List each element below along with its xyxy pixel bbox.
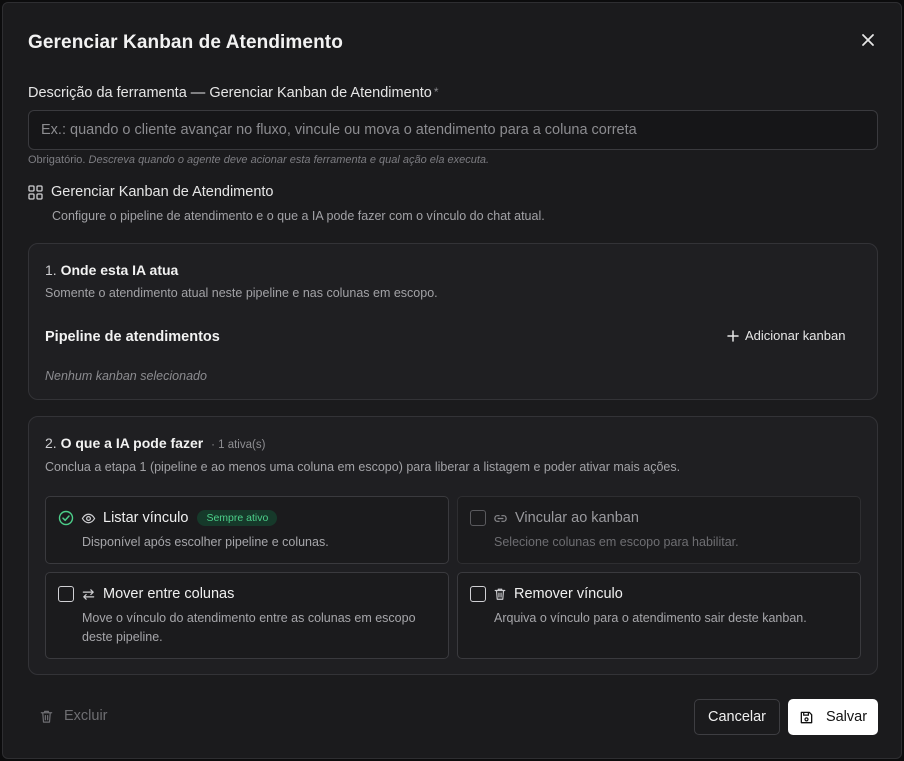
- add-kanban-button[interactable]: Adicionar kanban: [727, 328, 845, 343]
- action-move-columns: Mover entre colunas Move o vínculo do at…: [45, 572, 449, 659]
- save-label: Salvar: [825, 709, 868, 725]
- plus-icon: [727, 329, 739, 342]
- modal-title: Gerenciar Kanban de Atendimento: [28, 32, 343, 53]
- action-list-link-header: Listar vínculo Sempre ativo: [58, 510, 278, 526]
- step1-title: Onde esta IA atua: [60, 262, 179, 278]
- empty-kanban-text: Nenhum kanban selecionado: [45, 369, 207, 383]
- delete-button[interactable]: Excluir: [39, 708, 108, 724]
- step1-subtitle: Somente o atendimento atual neste pipeli…: [45, 286, 438, 300]
- action-link-kanban-header: Vincular ao kanban: [470, 510, 639, 526]
- action-move-columns-header: Mover entre colunas: [58, 586, 234, 602]
- active-count: · 1 ativa(s): [211, 439, 266, 451]
- step2-title: O que a IA pode fazer: [60, 435, 204, 451]
- action-remove-link-header: Remover vínculo: [470, 586, 623, 602]
- step1-card: 1. Onde esta IA atua Somente o atendimen…: [28, 243, 878, 400]
- cancel-button[interactable]: Cancelar: [694, 699, 780, 735]
- action-remove-link-title: Remover vínculo: [514, 586, 623, 602]
- tool-description-input[interactable]: [28, 110, 878, 150]
- always-active-badge: Sempre ativo: [197, 510, 278, 526]
- trash-icon: [494, 588, 506, 600]
- eye-icon: [81, 513, 96, 523]
- action-list-link-description: Disponível após escolher pipeline e colu…: [82, 535, 329, 549]
- arrows-swap-icon: [82, 588, 95, 600]
- check-circle-icon: [58, 510, 74, 526]
- link-icon: [494, 514, 507, 522]
- trash-icon: [40, 710, 53, 723]
- close-icon: [862, 34, 874, 46]
- action-remove-link-description: Arquiva o vínculo para o atendimento sai…: [494, 611, 807, 625]
- action-move-columns-checkbox[interactable]: [58, 586, 74, 602]
- step1-heading: 1. Onde esta IA atua: [45, 262, 178, 278]
- action-move-columns-description: Move o vínculo do atendimento entre as c…: [82, 611, 416, 644]
- step2-number: 2.: [45, 435, 57, 451]
- hint-text: Descreva quando o agente deve acionar es…: [88, 154, 490, 166]
- action-link-kanban-title: Vincular ao kanban: [515, 510, 639, 526]
- hint-prefix: Obrigatório.: [28, 154, 86, 166]
- step2-heading: 2. O que a IA pode fazer · 1 ativa(s): [45, 435, 265, 451]
- step2-card: 2. O que a IA pode fazer · 1 ativa(s) Co…: [28, 416, 878, 675]
- floppy-disk-icon: [800, 711, 813, 723]
- action-remove-link: Remover vínculo Arquiva o vínculo para o…: [457, 572, 861, 659]
- description-label-text: Descrição da ferramenta — Gerenciar Kanb…: [28, 85, 432, 101]
- delete-label: Excluir: [64, 708, 108, 724]
- action-move-columns-title: Mover entre colunas: [103, 586, 235, 602]
- tool-header: Gerenciar Kanban de Atendimento: [28, 184, 273, 200]
- action-link-kanban: Vincular ao kanban Selecione colunas em …: [457, 496, 861, 564]
- step2-subtitle: Conclua a etapa 1 (pipeline e ao menos u…: [45, 460, 681, 474]
- step1-number: 1.: [45, 262, 57, 278]
- close-button[interactable]: [856, 28, 880, 52]
- action-list-link: Listar vínculo Sempre ativo Disponível a…: [45, 496, 449, 564]
- manage-kanban-modal: Gerenciar Kanban de Atendimento Descriçã…: [2, 2, 902, 759]
- add-kanban-label: Adicionar kanban: [745, 328, 846, 343]
- description-hint: Obrigatório. Descreva quando o agente de…: [28, 154, 489, 166]
- pipeline-title: Pipeline de atendimentos: [45, 329, 220, 345]
- description-label: Descrição da ferramenta — Gerenciar Kanb…: [28, 85, 438, 101]
- required-mark: *: [433, 85, 439, 99]
- tool-subtitle: Configure o pipeline de atendimento e o …: [52, 209, 545, 223]
- action-link-kanban-checkbox[interactable]: [470, 510, 486, 526]
- grid-icon: [28, 184, 43, 200]
- tool-title: Gerenciar Kanban de Atendimento: [51, 184, 274, 200]
- save-button[interactable]: Salvar: [788, 699, 878, 735]
- action-link-kanban-description: Selecione colunas em escopo para habilit…: [494, 535, 739, 549]
- action-remove-link-checkbox[interactable]: [470, 586, 486, 602]
- action-list-link-title: Listar vínculo: [103, 510, 189, 526]
